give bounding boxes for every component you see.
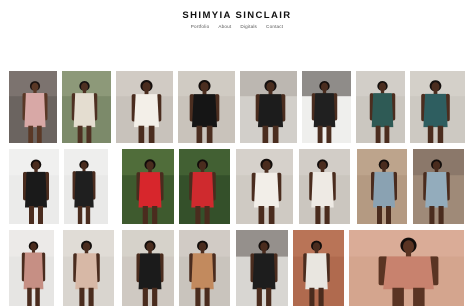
- photo-green-dress-grey-background[interactable]: [356, 71, 405, 143]
- photo-white-blouse-portrait[interactable]: [236, 149, 293, 224]
- main-nav: Portfolio About Digitals Contact: [0, 24, 474, 29]
- photo-denim-outfit-brick-wall[interactable]: [357, 149, 407, 224]
- photo-afro-nude-top[interactable]: [63, 230, 114, 306]
- site-title[interactable]: SHIMYIA SINCLAIR: [0, 10, 474, 21]
- photo-afro-white-top-grey-background[interactable]: [116, 71, 173, 143]
- photo-black-shirt-grey-background[interactable]: [122, 230, 174, 306]
- photo-crouching-white-wall[interactable]: [9, 149, 59, 224]
- photo-door-frame-black-outfit[interactable]: [302, 71, 351, 143]
- nav-link-portfolio[interactable]: Portfolio: [191, 24, 210, 29]
- photo-denim-outfit-street[interactable]: [413, 149, 464, 224]
- photo-sitting-brick-wall[interactable]: [293, 230, 344, 306]
- nav-link-digitals[interactable]: Digitals: [240, 24, 257, 29]
- photo-red-dress-trees[interactable]: [179, 149, 230, 224]
- photo-tan-bodysuit-grey-background[interactable]: [179, 230, 230, 306]
- nav-link-contact[interactable]: Contact: [266, 24, 283, 29]
- photo-teal-slip-dress-grey-background[interactable]: [410, 71, 465, 143]
- photo-pink-bra-dark-background[interactable]: [9, 71, 57, 143]
- photo-street-building-white-outfit[interactable]: [240, 71, 297, 143]
- photo-rooftop-sitting[interactable]: [236, 230, 288, 306]
- photo-swimsuit-white-wall[interactable]: [9, 230, 54, 306]
- photo-white-knit-green-background[interactable]: [62, 71, 111, 143]
- photo-red-dress-park[interactable]: [122, 149, 174, 224]
- photo-black-outfit-grey-background[interactable]: [178, 71, 235, 143]
- nav-link-about[interactable]: About: [218, 24, 231, 29]
- photo-sitting-white-wall[interactable]: [64, 149, 108, 224]
- photo-smiling-closeup-peach-background[interactable]: [349, 230, 464, 306]
- photo-white-top-black-pants[interactable]: [299, 149, 350, 224]
